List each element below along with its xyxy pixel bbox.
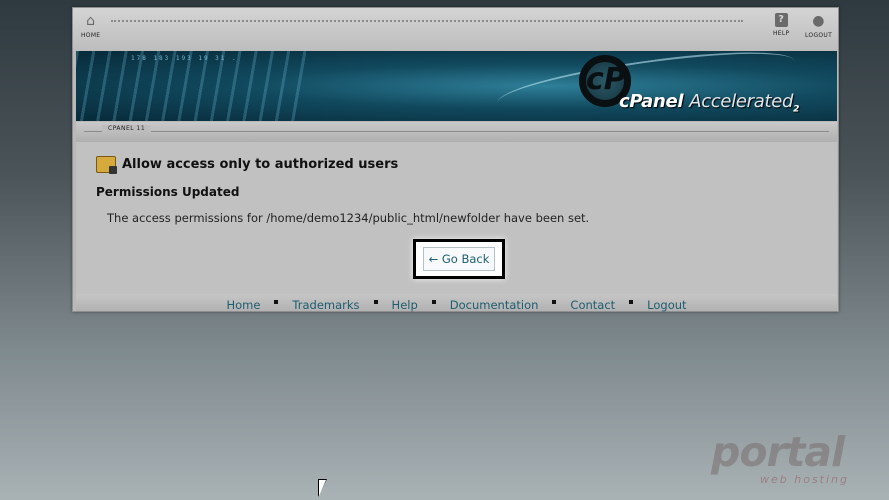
go-back-button[interactable]: ← Go Back <box>423 247 495 271</box>
main-content: Allow access only to authorized users Pe… <box>76 142 837 294</box>
brand-secondary: Accelerated <box>689 91 794 112</box>
home-label: HOME <box>81 32 101 39</box>
brand-logo-text: cPanel Accelerated2 <box>619 91 799 115</box>
logout-label: LOGOUT <box>805 32 833 39</box>
status-message: The access permissions for /home/demo123… <box>107 211 590 225</box>
footer-link-documentation[interactable]: Documentation <box>450 298 539 312</box>
user-icon: ● <box>812 13 825 29</box>
footer-separator <box>373 300 378 304</box>
portal-watermark: portal <box>711 428 845 476</box>
help-button[interactable]: ? HELP <box>773 13 789 37</box>
home-icon: ⌂ <box>86 13 96 29</box>
cpanel-window: ⌂ HOME ? HELP ● LOGOUT 178 183 193 19 31… <box>72 7 839 312</box>
status-title: Permissions Updated <box>96 185 240 199</box>
mouse-cursor-icon <box>318 479 327 497</box>
top-toolbar: ⌂ HOME ? HELP ● LOGOUT <box>73 8 838 51</box>
portal-watermark-subtext: web hosting <box>760 473 849 486</box>
footer-separator <box>431 300 436 304</box>
page-title: Allow access only to authorized users <box>96 156 399 174</box>
home-button[interactable]: ⌂ HOME <box>81 13 100 39</box>
footer-separator <box>629 300 634 304</box>
help-label: HELP <box>773 30 790 37</box>
brand-version: 2 <box>793 104 800 115</box>
footer-link-contact[interactable]: Contact <box>570 298 615 312</box>
footer-separator <box>552 300 557 304</box>
footer-link-home[interactable]: Home <box>226 298 260 312</box>
help-icon: ? <box>774 13 788 27</box>
breadcrumb-label: CPANEL 11 <box>102 125 152 132</box>
go-back-highlight: ← Go Back <box>413 239 505 279</box>
footer-link-help[interactable]: Help <box>392 298 418 312</box>
locked-folder-icon <box>96 156 117 174</box>
header-banner: 178 183 193 19 31 . cP cPanel Accelerate… <box>76 51 837 121</box>
footer-nav: Home Trademarks Help Documentation Contact Lo… <box>76 294 837 312</box>
breadcrumb-bar: CPANEL 11 <box>76 122 837 142</box>
brand-primary: cPanel <box>619 91 684 112</box>
page-title-text: Allow access only to authorized users <box>122 157 399 172</box>
footer-separator <box>274 300 279 304</box>
logout-button[interactable]: ● LOGOUT <box>805 13 832 39</box>
breadcrumb-divider <box>84 131 829 132</box>
banner-digits: 178 183 193 19 31 . <box>131 55 238 62</box>
footer-link-logout[interactable]: Logout <box>647 298 686 312</box>
footer-link-trademarks[interactable]: Trademarks <box>292 298 359 312</box>
toolbar-divider <box>111 20 743 22</box>
